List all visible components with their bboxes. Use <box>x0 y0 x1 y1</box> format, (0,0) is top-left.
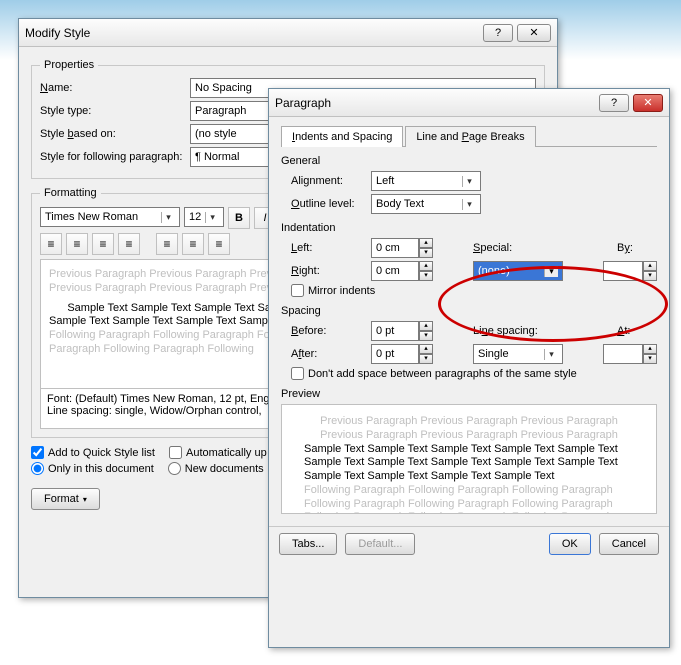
chevron-down-icon: ▾ <box>544 349 558 360</box>
add-quick-style-checkbox[interactable]: Add to Quick Style list <box>31 446 155 459</box>
style-following-label: Style for following paragraph: <box>40 151 190 163</box>
paragraph-dialog: Paragraph ? ✕ Indents and Spacing Line a… <box>268 88 670 648</box>
tab-line-page-breaks[interactable]: Line and Page Breaks <box>405 126 535 147</box>
align-center-button[interactable]: ≡ <box>66 233 88 255</box>
font-combo[interactable]: Times New Roman▾ <box>40 207 180 227</box>
format-button[interactable]: Format▾ <box>31 488 100 510</box>
outline-combo[interactable]: Body Text▾ <box>371 194 481 214</box>
default-button[interactable]: Default... <box>345 533 415 555</box>
alignment-combo[interactable]: Left▾ <box>371 171 481 191</box>
bold-button[interactable]: B <box>228 207 250 229</box>
after-label: After: <box>291 348 371 360</box>
ok-button[interactable]: OK <box>549 533 591 555</box>
general-heading: General <box>281 155 657 167</box>
chevron-down-icon: ▾ <box>161 212 175 223</box>
chevron-down-icon: ▾ <box>462 176 476 187</box>
close-button[interactable]: ✕ <box>633 94 663 112</box>
mirror-indents-checkbox[interactable]: Mirror indents <box>291 284 375 297</box>
indent-right-spinner[interactable]: 0 cm▴▾ <box>371 261 433 281</box>
spacing-2-button[interactable]: ≡ <box>182 233 204 255</box>
at-spinner[interactable]: ▴▾ <box>603 344 657 364</box>
only-this-doc-radio[interactable]: Only in this document <box>31 462 154 475</box>
align-left-button[interactable]: ≡ <box>40 233 62 255</box>
spacing-1-button[interactable]: ≡ <box>156 233 178 255</box>
at-label: At: <box>617 325 657 337</box>
close-button[interactable]: ✕ <box>517 24 551 42</box>
align-right-button[interactable]: ≡ <box>92 233 114 255</box>
modify-style-titlebar: Modify Style ? ✕ <box>19 19 557 47</box>
indent-left-spinner[interactable]: 0 cm▴▾ <box>371 238 433 258</box>
auto-update-checkbox[interactable]: Automatically up <box>169 446 267 459</box>
paragraph-titlebar: Paragraph ? ✕ <box>269 89 669 117</box>
spacing-3-button[interactable]: ≡ <box>208 233 230 255</box>
special-combo[interactable]: (none)▾ <box>473 261 563 281</box>
align-justify-button[interactable]: ≡ <box>118 233 140 255</box>
paragraph-preview: Previous Paragraph Previous Paragraph Pr… <box>281 404 657 514</box>
new-docs-radio[interactable]: New documents <box>168 462 264 475</box>
before-label: Before: <box>291 325 371 337</box>
style-based-label: Style based on: <box>40 128 190 140</box>
indent-left-label: Left: <box>291 242 371 254</box>
help-button[interactable]: ? <box>599 94 629 112</box>
outline-label: Outline level: <box>291 198 371 210</box>
preview-heading: Preview <box>281 388 657 400</box>
spacing-heading: Spacing <box>281 305 657 317</box>
modify-style-title: Modify Style <box>25 26 479 40</box>
name-label: NName:ame: <box>40 82 190 94</box>
properties-legend: Properties <box>40 59 98 71</box>
style-type-label: Style type: <box>40 105 190 117</box>
line-spacing-combo[interactable]: Single▾ <box>473 344 563 364</box>
by-label: By: <box>617 242 657 254</box>
by-spinner[interactable]: ▴▾ <box>603 261 657 281</box>
help-button[interactable]: ? <box>483 24 513 42</box>
after-spinner[interactable]: 0 pt▴▾ <box>371 344 433 364</box>
tab-indents-spacing[interactable]: Indents and Spacing <box>281 126 403 147</box>
special-label: Special: <box>473 242 533 254</box>
alignment-label: Alignment: <box>291 175 371 187</box>
paragraph-title: Paragraph <box>275 96 595 110</box>
chevron-down-icon: ▾ <box>544 266 558 277</box>
dont-add-space-checkbox[interactable]: Don't add space between paragraphs of th… <box>291 367 577 380</box>
indentation-heading: Indentation <box>281 222 657 234</box>
cancel-button[interactable]: Cancel <box>599 533 659 555</box>
line-spacing-label: Line spacing: <box>473 325 551 337</box>
formatting-legend: Formatting <box>40 187 101 199</box>
tabstrip: Indents and Spacing Line and Page Breaks… <box>281 125 657 147</box>
indent-right-label: Right: <box>291 265 371 277</box>
before-spinner[interactable]: 0 pt▴▾ <box>371 321 433 341</box>
chevron-down-icon: ▾ <box>205 212 219 223</box>
chevron-down-icon: ▾ <box>83 495 87 504</box>
tabs-button[interactable]: Tabs... <box>279 533 337 555</box>
size-combo[interactable]: 12▾ <box>184 207 224 227</box>
chevron-down-icon: ▾ <box>462 199 476 210</box>
